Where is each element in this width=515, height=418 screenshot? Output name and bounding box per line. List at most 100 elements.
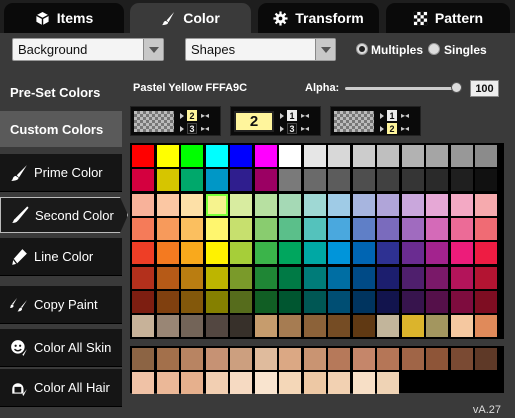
color-swatch[interactable] <box>401 242 424 265</box>
color-swatch[interactable] <box>377 169 399 192</box>
singles-radio[interactable] <box>428 43 440 55</box>
color-swatch[interactable] <box>279 193 301 216</box>
color-swatch[interactable] <box>328 371 350 394</box>
color-swatch[interactable] <box>132 315 154 338</box>
color-swatch[interactable] <box>205 193 228 216</box>
color-swatch[interactable] <box>303 266 326 289</box>
color-swatch[interactable] <box>279 169 301 192</box>
color-swatch[interactable] <box>181 348 203 370</box>
color-swatch[interactable] <box>426 217 448 240</box>
color-swatch[interactable] <box>279 315 301 338</box>
color-swatch[interactable] <box>426 145 448 167</box>
color-swatch[interactable] <box>401 217 424 240</box>
color-swatch[interactable] <box>279 348 301 370</box>
color-swatch[interactable] <box>401 348 424 370</box>
color-swatch[interactable] <box>352 371 375 394</box>
color-swatch[interactable] <box>352 348 375 370</box>
color-slot-3[interactable]: 1 2 ▸◂ ▸◂ <box>330 106 421 136</box>
color-swatch[interactable] <box>450 193 473 216</box>
color-swatch[interactable] <box>156 145 179 167</box>
color-swatch[interactable] <box>328 169 350 192</box>
color-swatch[interactable] <box>328 315 350 338</box>
color-swatch[interactable] <box>450 217 473 240</box>
color-swatch[interactable] <box>426 193 448 216</box>
color-swatch[interactable] <box>352 169 375 192</box>
color-swatch[interactable] <box>156 290 179 313</box>
color-swatch[interactable] <box>230 266 252 289</box>
color-swatch[interactable] <box>230 242 252 265</box>
color-swatch[interactable] <box>156 169 179 192</box>
color-swatch[interactable] <box>303 217 326 240</box>
color-swatch[interactable] <box>401 169 424 192</box>
color-swatch[interactable] <box>303 242 326 265</box>
second-color-button[interactable]: Second Color <box>0 197 128 233</box>
color-swatch[interactable] <box>352 242 375 265</box>
color-swatch[interactable] <box>132 371 154 394</box>
color-swatch[interactable] <box>230 315 252 338</box>
color-swatch[interactable] <box>475 348 497 370</box>
color-swatch[interactable] <box>205 266 228 289</box>
color-swatch[interactable] <box>303 193 326 216</box>
color-swatch[interactable] <box>303 371 326 394</box>
color-swatch[interactable] <box>328 193 350 216</box>
color-swatch[interactable] <box>254 266 277 289</box>
color-swatch[interactable] <box>181 315 203 338</box>
slot-top-number[interactable]: 2 <box>187 110 197 121</box>
prime-color-button[interactable]: Prime Color <box>0 154 122 192</box>
color-swatch[interactable] <box>303 315 326 338</box>
slot-top-number[interactable]: 1 <box>387 110 397 121</box>
color-swatch[interactable] <box>181 193 203 216</box>
color-swatch[interactable] <box>328 242 350 265</box>
alpha-slider[interactable] <box>345 87 457 90</box>
swap-icon[interactable]: ▸◂ <box>201 112 209 120</box>
color-swatch[interactable] <box>254 290 277 313</box>
color-swatch[interactable] <box>156 217 179 240</box>
color-swatch[interactable] <box>205 371 228 394</box>
color-swatch[interactable] <box>450 266 473 289</box>
color-swatch[interactable] <box>352 290 375 313</box>
color-swatch[interactable] <box>205 348 228 370</box>
color-swatch[interactable] <box>205 217 228 240</box>
chevron-down-icon[interactable] <box>143 39 163 60</box>
color-swatch[interactable] <box>426 315 448 338</box>
color-swatch[interactable] <box>401 315 424 338</box>
color-swatch[interactable] <box>254 371 277 394</box>
custom-colors-button[interactable]: Custom Colors <box>0 111 122 147</box>
color-swatch[interactable] <box>377 145 399 167</box>
color-swatch[interactable] <box>156 193 179 216</box>
color-swatch[interactable] <box>328 145 350 167</box>
color-swatch[interactable] <box>254 348 277 370</box>
color-swatch[interactable] <box>132 169 154 192</box>
color-swatch[interactable] <box>205 145 228 167</box>
swap-icon[interactable]: ▸◂ <box>201 125 209 133</box>
color-swatch[interactable] <box>279 290 301 313</box>
tab-color[interactable]: Color <box>130 3 251 33</box>
color-swatch[interactable] <box>328 348 350 370</box>
color-swatch[interactable] <box>181 290 203 313</box>
copy-paint-button[interactable]: Copy Paint <box>0 286 122 324</box>
color-swatch[interactable] <box>401 145 424 167</box>
target-dropdown[interactable]: Background <box>12 38 164 61</box>
mode-dropdown[interactable]: Shapes <box>185 38 336 61</box>
color-swatch[interactable] <box>401 290 424 313</box>
color-swatch[interactable] <box>377 242 399 265</box>
color-swatch[interactable] <box>181 217 203 240</box>
color-swatch[interactable] <box>377 290 399 313</box>
color-swatch[interactable] <box>132 193 154 216</box>
color-swatch[interactable] <box>475 290 497 313</box>
tab-transform[interactable]: Transform <box>258 3 379 33</box>
color-swatch[interactable] <box>475 315 497 338</box>
color-swatch[interactable] <box>401 193 424 216</box>
color-swatch[interactable] <box>132 290 154 313</box>
slot-swatch[interactable] <box>334 111 374 132</box>
color-swatch[interactable] <box>230 290 252 313</box>
color-swatch[interactable] <box>475 242 497 265</box>
color-swatch[interactable] <box>450 315 473 338</box>
swap-icon[interactable]: ▸◂ <box>401 112 409 120</box>
tab-pattern[interactable]: Pattern <box>386 3 510 33</box>
color-swatch[interactable] <box>475 266 497 289</box>
color-swatch[interactable] <box>352 266 375 289</box>
swap-icon[interactable]: ▸◂ <box>401 125 409 133</box>
color-swatch[interactable] <box>426 348 448 370</box>
color-swatch[interactable] <box>181 266 203 289</box>
